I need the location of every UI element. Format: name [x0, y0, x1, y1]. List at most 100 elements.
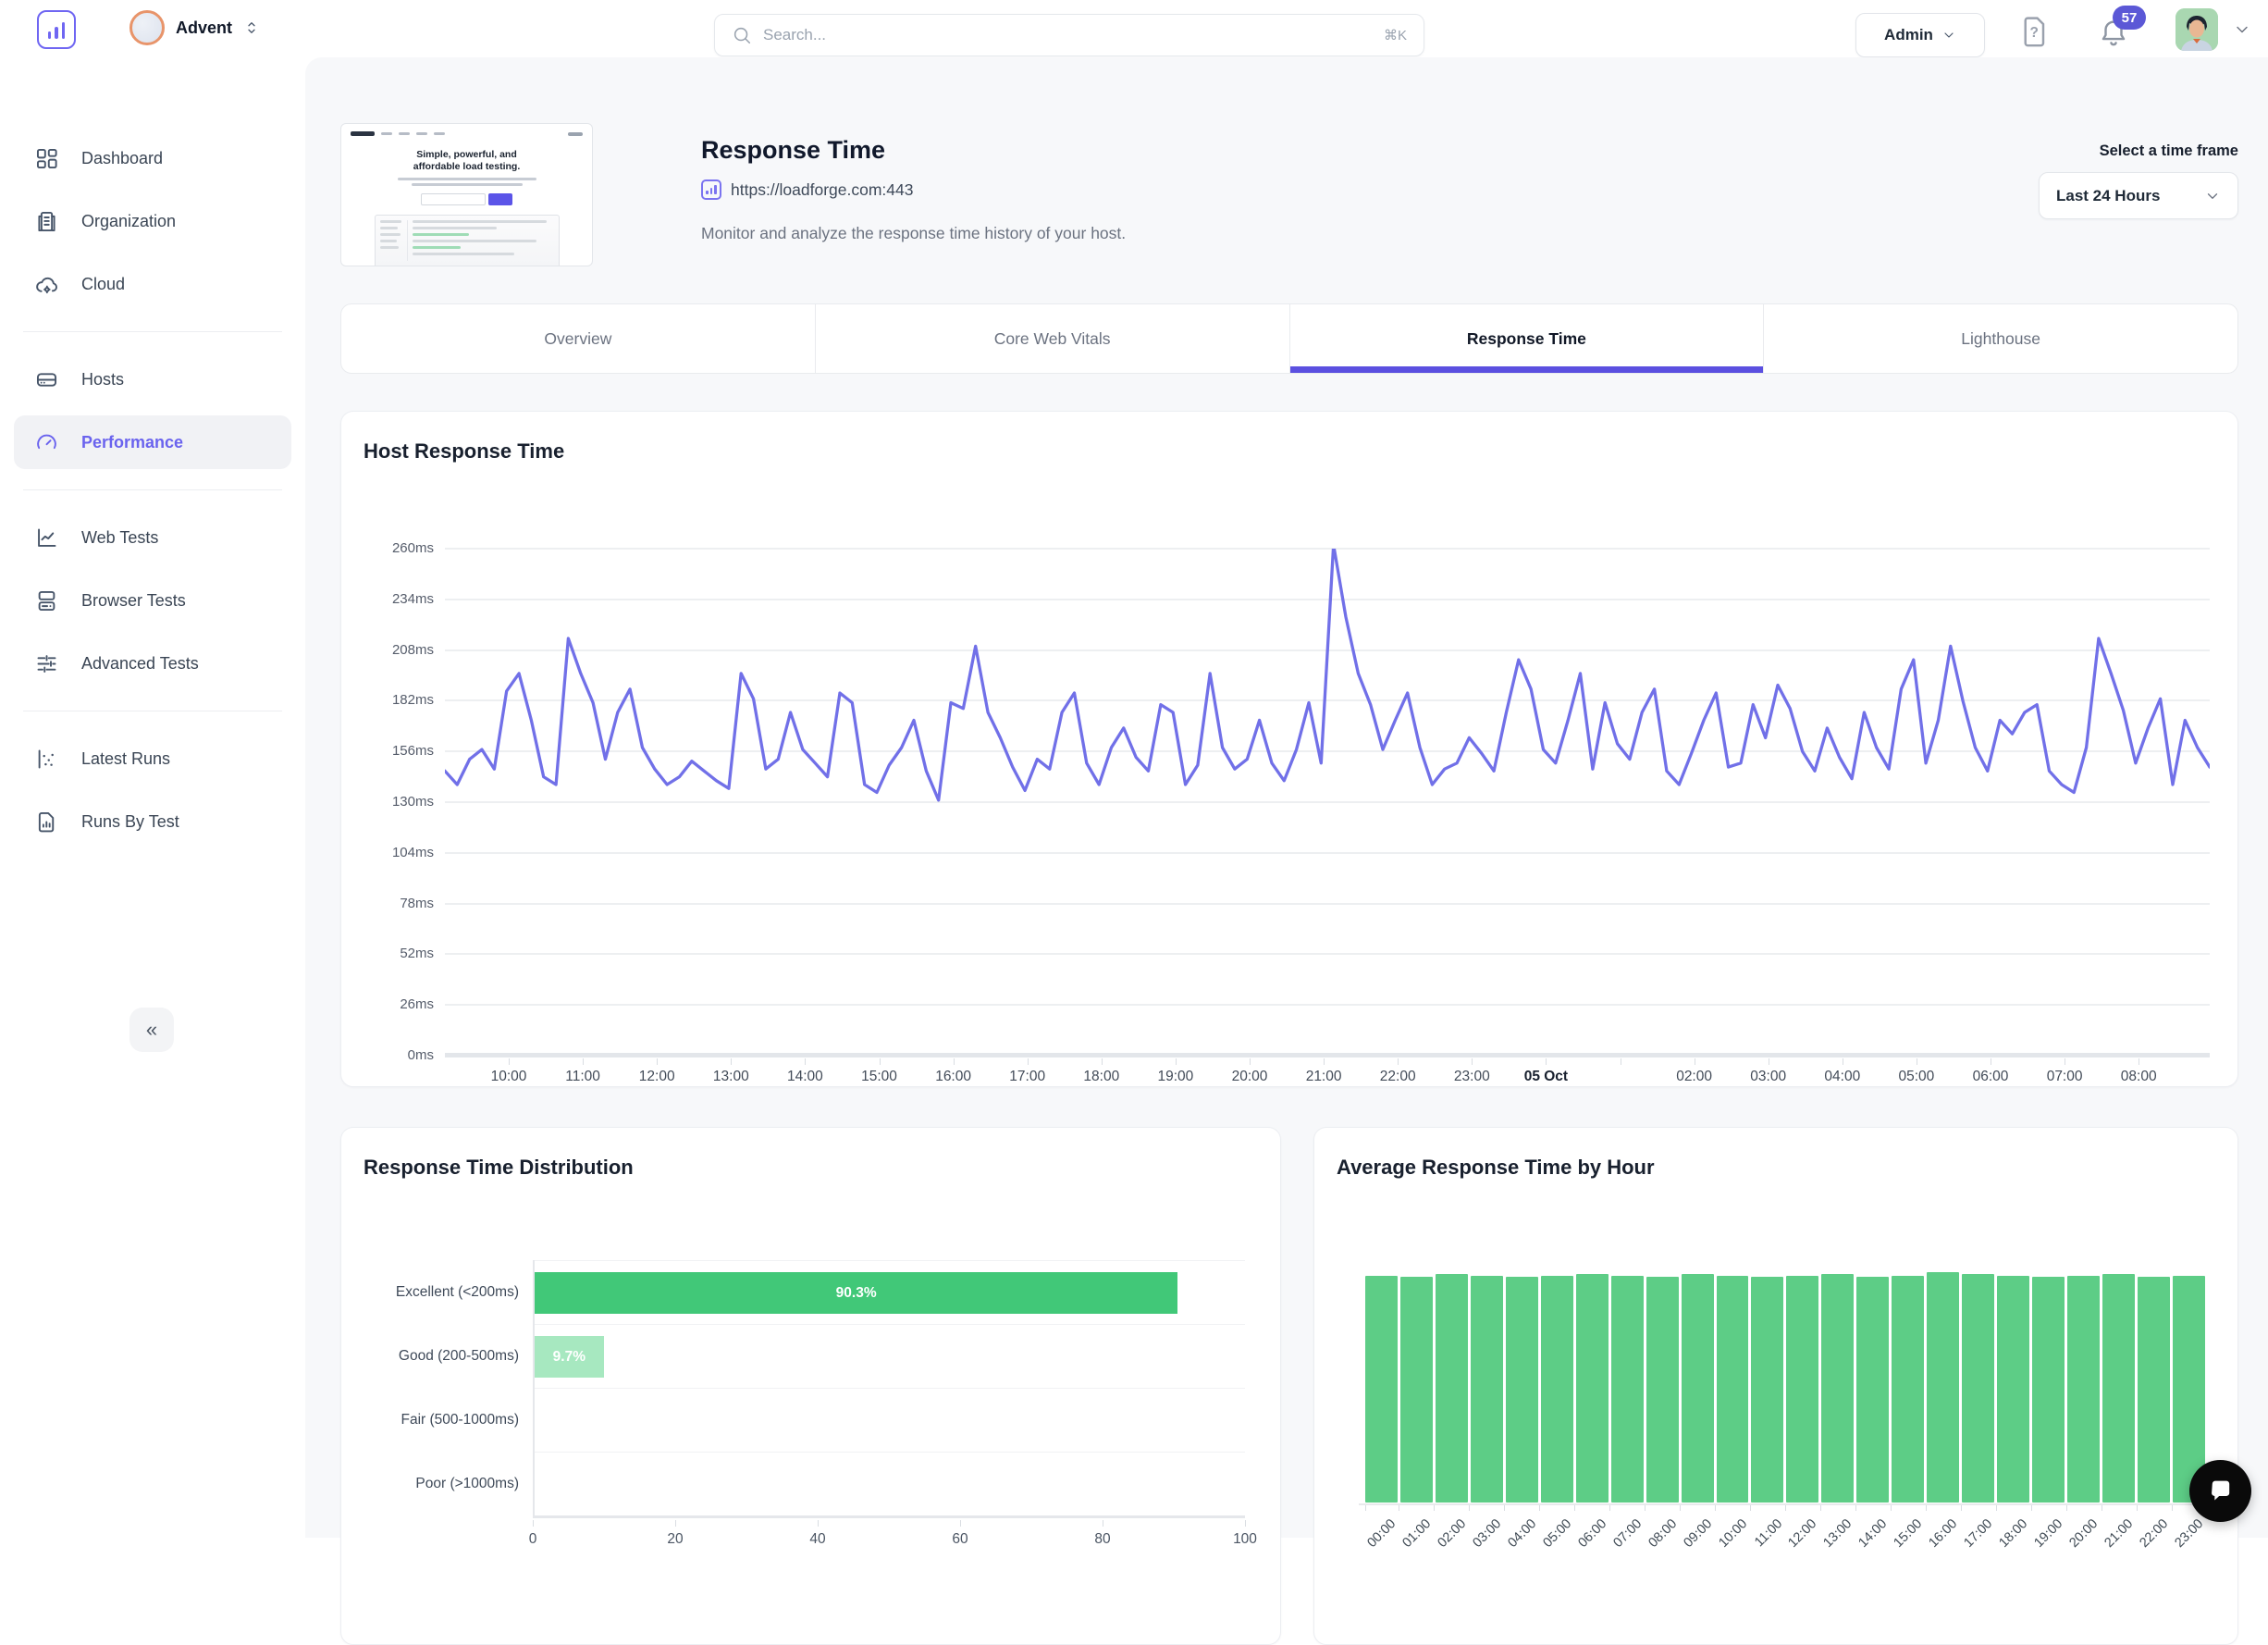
x-axis-tick: [1539, 1505, 1540, 1511]
tab-bar: OverviewCore Web VitalsResponse TimeLigh…: [340, 303, 2238, 374]
x-axis-label: 05 Oct: [1524, 1069, 1568, 1085]
x-axis-label: 05:00: [1898, 1069, 1934, 1085]
y-axis-label: 78ms: [345, 896, 434, 911]
x-axis-label: 09:00: [1681, 1516, 1715, 1551]
dist-bar-2: 9.7%: [535, 1336, 604, 1378]
x-axis-tick: [2172, 1505, 2173, 1511]
response-time-line: [445, 549, 2210, 1056]
x-axis-tick: [1680, 1505, 1681, 1511]
x-axis-label: 06:00: [1575, 1516, 1609, 1551]
x-axis-label: 03:00: [1470, 1516, 1504, 1551]
account-chevron-icon[interactable]: [2233, 20, 2251, 43]
x-axis-label: 10:00: [1716, 1516, 1750, 1551]
site-thumbnail: Simple, powerful, andaffordable load tes…: [340, 123, 593, 266]
x-axis-label: 12:00: [1786, 1516, 1820, 1551]
hour-bar-13:00: [1821, 1274, 1854, 1503]
advanced-tests-icon: [34, 651, 59, 676]
search-icon: [732, 25, 752, 45]
x-axis-tick: [880, 1058, 881, 1065]
workspace-avatar: [129, 10, 165, 45]
timeframe-select[interactable]: Last 24 Hours: [2039, 172, 2238, 219]
hour-bar-02:00: [1436, 1274, 1468, 1503]
x-axis-tick: [1855, 1505, 1856, 1511]
x-axis-tick: [1250, 1058, 1251, 1065]
sidebar-divider: [23, 331, 282, 332]
latest-runs-icon: [34, 747, 59, 772]
sidebar-item-browser-tests[interactable]: Browser Tests: [14, 574, 291, 627]
sidebar-item-label: Latest Runs: [81, 749, 170, 769]
y-axis-label: 260ms: [345, 540, 434, 556]
x-axis-tick: [657, 1058, 658, 1065]
sidebar-item-dashboard[interactable]: Dashboard: [14, 131, 291, 185]
x-axis-label: 00:00: [1364, 1516, 1399, 1551]
sidebar-item-hosts[interactable]: Hosts: [14, 352, 291, 406]
thumbnail-headline-2: affordable load testing.: [341, 161, 592, 173]
x-axis-label: 15:00: [1892, 1516, 1926, 1551]
x-axis-label: 05:00: [1540, 1516, 1574, 1551]
thumbnail-headline-1: Simple, powerful, and: [341, 149, 592, 161]
sidebar-item-cloud[interactable]: Cloud: [14, 257, 291, 311]
global-search[interactable]: ⌘K: [714, 14, 1424, 56]
hour-bar-03:00: [1471, 1276, 1503, 1503]
search-input[interactable]: [763, 26, 1373, 44]
workspace-switcher[interactable]: Advent: [129, 10, 260, 45]
sidebar-item-label: Web Tests: [81, 528, 158, 548]
chart-title: Average Response Time by Hour: [1337, 1156, 1655, 1180]
dist-bar-1: 90.3%: [535, 1272, 1177, 1314]
sidebar-item-web-tests[interactable]: Web Tests: [14, 511, 291, 564]
dist-row: [535, 1388, 1245, 1452]
hour-bar-00:00: [1365, 1276, 1398, 1503]
app-logo-icon[interactable]: [37, 10, 76, 49]
tab-core-web-vitals[interactable]: Core Web Vitals: [815, 304, 1289, 373]
x-axis-tick: [2031, 1505, 2032, 1511]
page-title: Response Time: [701, 136, 885, 165]
hour-bar-05:00: [1541, 1276, 1573, 1503]
x-axis-tick: [1961, 1505, 1962, 1511]
x-axis-tick: [1546, 1058, 1547, 1065]
sidebar-item-advanced-tests[interactable]: Advanced Tests: [14, 637, 291, 690]
sidebar-collapse-button[interactable]: «: [129, 1008, 174, 1052]
x-axis-tick: [818, 1520, 819, 1527]
tab-response-time[interactable]: Response Time: [1289, 304, 1764, 373]
host-url[interactable]: https://loadforge.com:443: [731, 180, 913, 200]
dist-row: 9.7%: [535, 1324, 1245, 1388]
y-axis-label: 52ms: [345, 946, 434, 961]
hour-bar-11:00: [1751, 1277, 1783, 1503]
x-axis-label: 02:00: [1676, 1069, 1712, 1085]
x-axis-label: 07:00: [1610, 1516, 1645, 1551]
admin-menu-button[interactable]: Admin: [1855, 13, 1985, 57]
dist-category-label: Fair (500-1000ms): [341, 1412, 519, 1429]
performance-icon: [34, 430, 59, 455]
tab-overview[interactable]: Overview: [341, 304, 815, 373]
chat-widget-button[interactable]: [2189, 1460, 2251, 1522]
x-axis-tick: [1891, 1505, 1892, 1511]
tab-lighthouse[interactable]: Lighthouse: [1763, 304, 2237, 373]
hour-bar-15:00: [1892, 1276, 1924, 1503]
x-axis-label: 40: [809, 1531, 825, 1548]
x-axis-label: 03:00: [1750, 1069, 1786, 1085]
sidebar-item-performance[interactable]: Performance: [14, 415, 291, 469]
sidebar-item-latest-runs[interactable]: Latest Runs: [14, 732, 291, 785]
sidebar-item-label: Dashboard: [81, 149, 163, 168]
sidebar-item-label: Advanced Tests: [81, 654, 199, 674]
x-axis-tick: [1750, 1505, 1751, 1511]
x-axis-label: 08:00: [2121, 1069, 2157, 1085]
x-axis-tick: [1504, 1505, 1505, 1511]
hour-bar-04:00: [1506, 1277, 1538, 1503]
x-axis-tick: [1102, 1058, 1103, 1065]
cloud-icon: [34, 272, 59, 297]
x-axis-label: 16:00: [935, 1069, 971, 1085]
sidebar-item-organization[interactable]: Organization: [14, 194, 291, 248]
user-avatar[interactable]: [2176, 8, 2218, 51]
x-axis-label: 04:00: [1505, 1516, 1539, 1551]
dist-category-label: Excellent (<200ms): [341, 1284, 519, 1301]
x-axis-tick: [2137, 1505, 2138, 1511]
help-button[interactable]: ?: [2020, 15, 2050, 53]
x-axis-label: 21:00: [1306, 1069, 1342, 1085]
runs-by-test-icon: [34, 810, 59, 835]
avg-response-by-hour-card: Average Response Time by Hour 00:0001:00…: [1313, 1127, 2238, 1645]
x-axis-label: 20: [667, 1531, 683, 1548]
x-axis-label: 60: [952, 1531, 968, 1548]
hour-bar-09:00: [1682, 1274, 1714, 1503]
sidebar-item-runs-by-test[interactable]: Runs By Test: [14, 795, 291, 848]
